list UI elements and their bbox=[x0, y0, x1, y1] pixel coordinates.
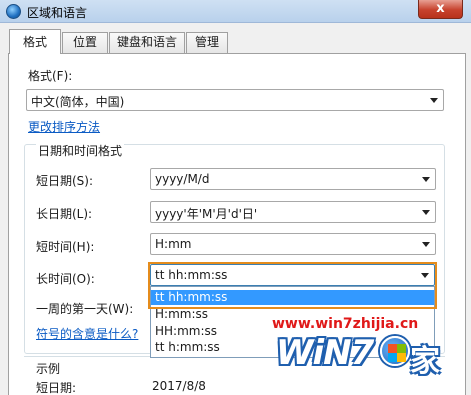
close-button[interactable]: x bbox=[418, 0, 463, 19]
tab-administrative-label: 管理 bbox=[194, 35, 219, 49]
tab-format-label: 格式 bbox=[22, 35, 47, 49]
short-date-value: yyyy/M/d bbox=[155, 172, 210, 186]
chevron-down-icon bbox=[422, 177, 430, 182]
short-time-value: H:mm bbox=[155, 237, 192, 251]
tab-location-label: 位置 bbox=[72, 35, 97, 49]
chevron-down-icon bbox=[422, 210, 430, 215]
tab-administrative[interactable]: 管理 bbox=[186, 32, 228, 53]
example-short-date-value: 2017/8/8 bbox=[152, 379, 206, 393]
title-bar: 区域和语言 x bbox=[0, 0, 471, 23]
windows-logo-icon bbox=[380, 336, 410, 366]
long-time-label: 长时间(O): bbox=[36, 272, 95, 286]
tab-keyboards-languages[interactable]: 键盘和语言 bbox=[109, 32, 185, 53]
chevron-down-icon bbox=[430, 98, 438, 103]
short-date-label: 短日期(S): bbox=[36, 174, 94, 188]
format-select-value: 中文(简体，中国) bbox=[31, 95, 125, 109]
watermark-logo: WiN7 bbox=[276, 333, 374, 373]
format-select[interactable]: 中文(简体，中国) bbox=[26, 89, 444, 111]
chevron-down-icon bbox=[422, 242, 430, 247]
window-title: 区域和语言 bbox=[27, 6, 88, 20]
long-date-value: yyyy'年'M'月'd'日' bbox=[155, 207, 258, 221]
symbols-meaning-link[interactable]: 符号的含意是什么? bbox=[36, 325, 138, 342]
first-day-label: 一周的第一天(W): bbox=[36, 302, 134, 316]
close-icon: x bbox=[436, 1, 445, 16]
example-short-date-label: 短日期: bbox=[36, 381, 77, 395]
change-sort-link[interactable]: 更改排序方法 bbox=[28, 118, 100, 135]
examples-title: 示例 bbox=[36, 362, 61, 376]
datetime-group-title: 日期和时间格式 bbox=[36, 142, 125, 159]
highlight-annotation bbox=[148, 262, 437, 309]
long-date-select[interactable]: yyyy'年'M'月'd'日' bbox=[150, 201, 436, 223]
format-label: 格式(F): bbox=[28, 69, 73, 83]
tab-keyboards-languages-label: 键盘和语言 bbox=[116, 35, 177, 49]
short-time-label: 短时间(H): bbox=[36, 240, 95, 254]
watermark-url: www.win7zhijia.cn bbox=[272, 316, 419, 332]
tab-location[interactable]: 位置 bbox=[62, 32, 108, 53]
tab-format[interactable]: 格式 bbox=[9, 29, 61, 54]
watermark-char: 家 bbox=[410, 344, 440, 379]
globe-icon bbox=[6, 4, 21, 19]
short-time-select[interactable]: H:mm bbox=[150, 233, 436, 255]
long-date-label: 长日期(L): bbox=[36, 207, 93, 221]
short-date-select[interactable]: yyyy/M/d bbox=[150, 168, 436, 190]
